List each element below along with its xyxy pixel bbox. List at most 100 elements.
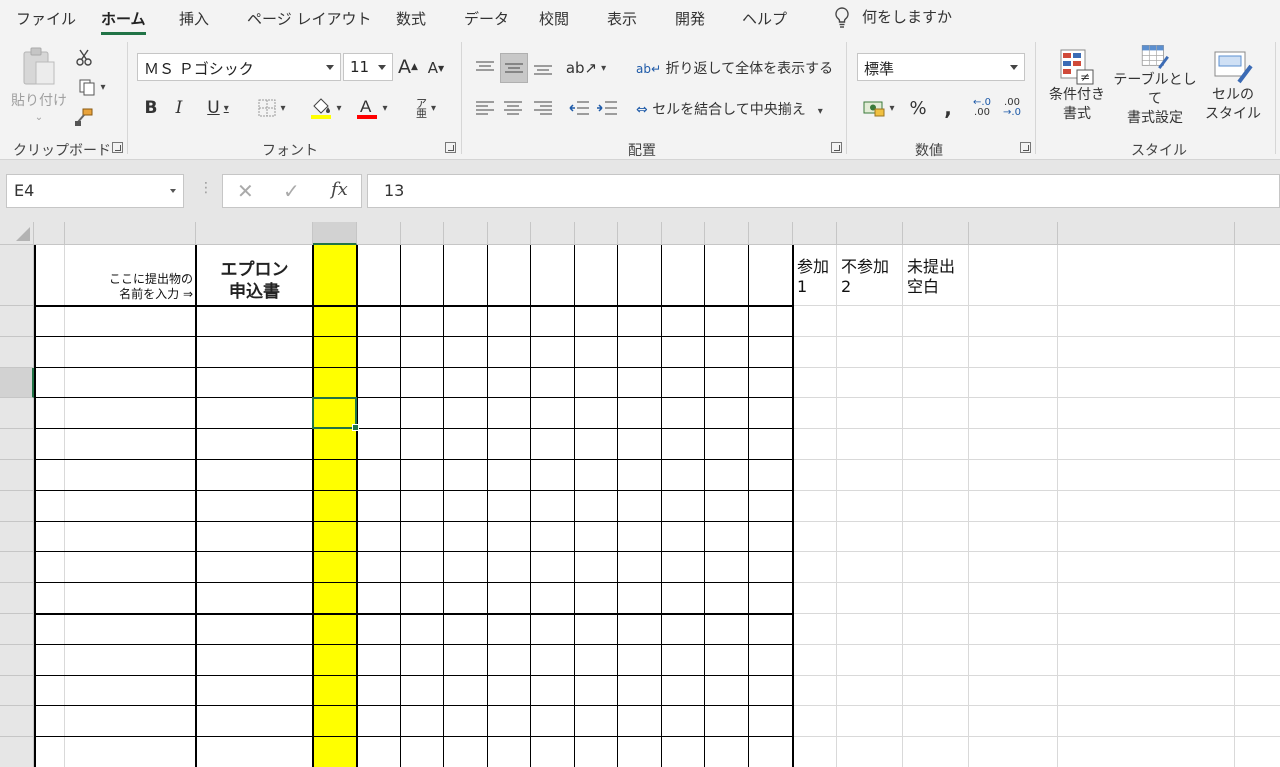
cell-a[interactable] — [34, 522, 65, 553]
cell-b-prefecture[interactable] — [65, 676, 196, 707]
column-header-h[interactable] — [444, 222, 488, 245]
cell-t-unsubmitted[interactable] — [1058, 368, 1235, 399]
percent-button[interactable]: % — [905, 94, 931, 122]
cell-a[interactable] — [34, 676, 65, 707]
cell-e-count[interactable] — [313, 460, 357, 491]
cell-a[interactable] — [34, 337, 65, 368]
tab-review[interactable]: 校閲 — [539, 8, 569, 29]
cell-e-count[interactable] — [313, 737, 357, 767]
active-cell-selection[interactable] — [312, 397, 359, 431]
cell-r[interactable] — [903, 552, 969, 583]
row-header-7[interactable] — [0, 460, 34, 491]
increase-indent-button[interactable] — [594, 94, 620, 122]
cell-e-count[interactable] — [313, 306, 357, 337]
tab-view[interactable]: 表示 — [607, 8, 637, 29]
borders-button[interactable]: ▾ — [250, 95, 294, 121]
cell-a[interactable] — [34, 706, 65, 737]
cell-p[interactable] — [793, 429, 837, 460]
cell-t-unsubmitted[interactable] — [1058, 522, 1235, 553]
column-header-p[interactable] — [793, 222, 837, 245]
cell-t-unsubmitted[interactable] — [1058, 306, 1235, 337]
cell-t-unsubmitted[interactable] — [1058, 429, 1235, 460]
bold-button[interactable]: B — [140, 95, 162, 121]
tab-insert[interactable]: 挿入 — [179, 8, 209, 29]
row-header-3[interactable] — [0, 336, 34, 368]
column-header-j[interactable] — [531, 222, 575, 245]
column-header-t[interactable] — [1058, 222, 1235, 245]
column-header-k[interactable] — [575, 222, 618, 245]
name-box[interactable]: E4 — [6, 174, 184, 208]
number-launcher[interactable] — [1020, 142, 1031, 153]
underline-button[interactable]: U ▾ — [196, 95, 240, 121]
column-header-r[interactable] — [903, 222, 969, 245]
phonetic-button[interactable]: ア亜 ▾ — [404, 95, 448, 123]
cell-a[interactable] — [34, 429, 65, 460]
cell-e-count[interactable] — [313, 552, 357, 583]
tell-me-search[interactable]: 何をしますか — [834, 6, 952, 29]
cell-p[interactable] — [793, 737, 837, 767]
column-header-n[interactable] — [705, 222, 749, 245]
cell-t-unsubmitted[interactable] — [1058, 737, 1235, 767]
column-header-s[interactable] — [969, 222, 1058, 245]
tab-home[interactable]: ホーム — [101, 8, 146, 35]
cell-b-prefecture[interactable] — [65, 583, 196, 614]
cell-e-count[interactable] — [313, 491, 357, 522]
cell-t-unsubmitted[interactable] — [1058, 614, 1235, 645]
cell-e-count[interactable] — [313, 645, 357, 676]
cell-r[interactable] — [903, 429, 969, 460]
row-header-12[interactable] — [0, 614, 34, 645]
row-header-15[interactable] — [0, 706, 34, 738]
wrap-text-button[interactable]: ab↵ 折り返して全体を表示する — [636, 58, 833, 78]
comma-button[interactable]: , — [935, 94, 961, 122]
row-header-5[interactable] — [0, 398, 34, 430]
row-header-6[interactable] — [0, 429, 34, 460]
align-right-button[interactable] — [530, 94, 556, 122]
format-painter-button[interactable] — [72, 106, 96, 128]
cell-t-unsubmitted[interactable] — [1058, 460, 1235, 491]
cell-r[interactable] — [903, 522, 969, 553]
clipboard-launcher[interactable] — [112, 142, 123, 153]
column-header-g[interactable] — [401, 222, 444, 245]
cell-e-count[interactable] — [313, 614, 357, 645]
column-header-i[interactable] — [488, 222, 531, 245]
font-name-select[interactable]: ＭＳ Ｐゴシック — [137, 53, 341, 81]
spreadsheet-grid[interactable]: ここに提出物の 名前を入力 ⇒ エプロン 申込書 参加 1 不参加 2 未提出 空白 — [0, 222, 1280, 767]
cell-e-count[interactable] — [313, 522, 357, 553]
cell-r[interactable] — [903, 737, 969, 767]
accounting-format-button[interactable]: ▾ — [857, 94, 901, 122]
column-header-m[interactable] — [662, 222, 705, 245]
cell-b-prefecture[interactable] — [65, 552, 196, 583]
cell-p[interactable] — [793, 460, 837, 491]
cell-r[interactable] — [903, 706, 969, 737]
font-color-button[interactable]: A ▾ — [350, 93, 394, 123]
cell-e-count[interactable] — [313, 337, 357, 368]
cell-a[interactable] — [34, 306, 65, 337]
cell-p[interactable] — [793, 522, 837, 553]
tab-developer[interactable]: 開発 — [675, 8, 705, 29]
column-header-c[interactable] — [196, 222, 313, 245]
row-header-2[interactable] — [0, 306, 34, 337]
shrink-font-button[interactable]: A ▼ — [424, 56, 448, 80]
column-header-l[interactable] — [618, 222, 662, 245]
row-header-14[interactable] — [0, 675, 34, 707]
column-header-q[interactable] — [837, 222, 903, 245]
cell-t-unsubmitted[interactable] — [1058, 552, 1235, 583]
cell-r[interactable] — [903, 337, 969, 368]
cell-a[interactable] — [34, 614, 65, 645]
cell-r[interactable] — [903, 614, 969, 645]
decrease-indent-button[interactable] — [566, 94, 592, 122]
cell-p[interactable] — [793, 306, 837, 337]
cell-t-unsubmitted[interactable] — [1058, 583, 1235, 614]
cell-a[interactable] — [34, 583, 65, 614]
cell-b-prefecture[interactable] — [65, 368, 196, 399]
font-size-select[interactable]: 11 — [343, 53, 393, 81]
align-center-button[interactable] — [500, 94, 526, 122]
cell-p[interactable] — [793, 552, 837, 583]
cancel-icon[interactable]: ✕ — [237, 179, 254, 203]
cell-t-unsubmitted[interactable] — [1058, 645, 1235, 676]
align-bottom-button[interactable] — [530, 54, 556, 82]
column-header-u[interactable] — [1235, 222, 1280, 245]
tab-page-layout[interactable]: ページ レイアウト — [247, 8, 371, 29]
select-all-button[interactable] — [0, 222, 34, 245]
formula-input[interactable]: 13 — [367, 174, 1280, 208]
